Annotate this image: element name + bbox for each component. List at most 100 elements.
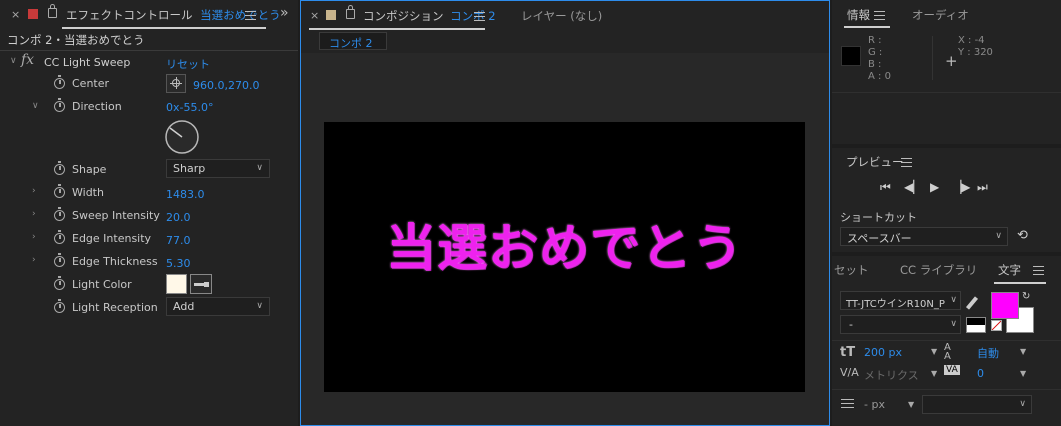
chevron-down-icon: ∨ — [995, 231, 1002, 241]
play-icon[interactable]: ▶ — [930, 180, 939, 194]
stopwatch-icon[interactable] — [54, 207, 65, 221]
stopwatch-icon[interactable] — [54, 98, 65, 112]
chevron-down-icon: ∨ — [950, 295, 957, 305]
stopwatch-icon[interactable] — [54, 75, 65, 89]
info-r: R : — [868, 35, 882, 46]
param-row-edge-intensity: › Edge Intensity 77.0 — [0, 227, 298, 250]
lock-icon[interactable] — [346, 5, 355, 19]
edge-thickness-value[interactable]: 5.30 — [166, 257, 191, 270]
tab-info[interactable]: 情報 — [847, 7, 870, 23]
comp-color-swatch — [326, 10, 336, 20]
next-frame-icon[interactable]: ▕▶ — [952, 180, 970, 194]
stopwatch-icon[interactable] — [54, 253, 65, 267]
chevron-right-icon[interactable]: › — [32, 232, 36, 242]
kerning-value[interactable]: メトリクス — [864, 367, 919, 383]
font-style-dropdown[interactable]: - ∨ — [840, 315, 961, 334]
direction-value[interactable]: 0x-55.0° — [166, 101, 213, 114]
stopwatch-icon[interactable] — [54, 299, 65, 313]
no-color-swatch[interactable] — [991, 320, 1002, 331]
stroke-type-dropdown[interactable]: ∨ — [922, 395, 1032, 414]
angle-dial[interactable] — [164, 119, 200, 155]
tab-cc-library[interactable]: CC ライブラリ — [900, 262, 977, 278]
last-frame-icon[interactable]: ⏭ — [977, 180, 988, 195]
tab-layer[interactable]: レイヤー (なし) — [521, 8, 602, 24]
panel-menu-icon[interactable] — [874, 11, 885, 20]
chevron-down-icon[interactable]: ▼ — [908, 400, 914, 409]
stopwatch-icon[interactable] — [54, 230, 65, 244]
chevron-right-icon[interactable]: › — [32, 255, 36, 265]
font-family-dropdown[interactable]: TT-JTCウインR10N_P ∨ — [840, 291, 961, 310]
info-y: Y : 320 — [958, 47, 993, 58]
light-reception-dropdown[interactable]: Add ∨ — [166, 297, 270, 316]
shortcut-dropdown[interactable]: スペースバー ∨ — [840, 227, 1008, 246]
stopwatch-icon[interactable] — [54, 276, 65, 290]
chevron-down-icon[interactable]: ▼ — [931, 347, 937, 356]
chevron-down-icon[interactable]: ▼ — [1020, 347, 1026, 356]
panel-menu-icon[interactable] — [474, 12, 485, 21]
font-size-value[interactable]: 200 px — [864, 346, 902, 359]
fx-icon[interactable]: fx — [21, 52, 34, 68]
reset-loop-icon[interactable]: ⟲ — [1017, 228, 1028, 243]
param-row-edge-thickness: › Edge Thickness 5.30 — [0, 250, 298, 273]
active-tab-underline — [994, 282, 1046, 284]
shortcut-label: ショートカット — [840, 211, 917, 224]
comp-subtab[interactable]: コンポ 2 — [319, 32, 387, 50]
sweep-intensity-value[interactable]: 20.0 — [166, 211, 191, 224]
info-divider — [932, 36, 933, 80]
composition-tabbar: × コンポジション コンポ 2 レイヤー (なし) — [301, 1, 829, 31]
leading-value[interactable]: 自動 — [977, 345, 999, 361]
black-white-swatch[interactable] — [966, 317, 986, 333]
shape-dropdown[interactable]: Sharp ∨ — [166, 159, 270, 178]
reset-button[interactable]: リセット — [166, 56, 210, 72]
chevron-right-icon[interactable]: › — [32, 186, 36, 196]
comp-canvas[interactable]: 当選おめでとう — [324, 122, 805, 392]
stroke-width-value[interactable]: - px — [864, 398, 885, 411]
color-preview-swatch — [841, 46, 861, 66]
expand-panels-icon[interactable]: » — [280, 5, 289, 21]
param-label: Direction — [72, 100, 122, 113]
stopwatch-icon[interactable] — [54, 184, 65, 198]
param-label: Light Reception — [72, 301, 158, 314]
font-size-icon: tT — [840, 345, 856, 360]
chevron-down-icon[interactable]: ∨ — [10, 56, 17, 66]
fill-color-swatch[interactable] — [991, 292, 1019, 319]
lock-icon[interactable] — [48, 4, 57, 18]
eyedropper-icon[interactable] — [965, 296, 979, 310]
swap-colors-icon[interactable]: ↻ — [1022, 291, 1030, 302]
panel-menu-icon[interactable] — [901, 158, 912, 167]
close-icon[interactable]: × — [310, 9, 319, 22]
panel-menu-icon[interactable] — [1033, 266, 1044, 275]
effect-header-row[interactable]: ∨ fx CC Light Sweep リセット — [0, 51, 298, 74]
chevron-down-icon[interactable]: ▼ — [931, 369, 937, 378]
chevron-down-icon[interactable]: ▼ — [1020, 369, 1026, 378]
param-row-width: › Width 1483.0 — [0, 181, 298, 204]
param-row-shape: Shape Sharp ∨ — [0, 158, 298, 181]
tracking-value[interactable]: 0 — [977, 367, 984, 380]
chevron-down-icon[interactable]: ∨ — [32, 101, 39, 111]
param-row-light-color: Light Color — [0, 273, 298, 296]
crosshair-icon: + — [945, 52, 958, 70]
composition-panel: × コンポジション コンポ 2 レイヤー (なし) コンポ 2 当選おめでとう — [300, 0, 830, 426]
first-frame-icon[interactable]: ⏮ — [880, 180, 891, 195]
leading-icon: AA — [944, 342, 951, 362]
prev-frame-icon[interactable]: ◀▏ — [904, 180, 922, 194]
light-color-swatch[interactable] — [166, 274, 187, 294]
edge-intensity-value[interactable]: 77.0 — [166, 234, 191, 247]
width-value[interactable]: 1483.0 — [166, 188, 205, 201]
param-label: Width — [72, 186, 104, 199]
stopwatch-icon[interactable] — [54, 161, 65, 175]
crosshair-icon[interactable] — [166, 74, 186, 93]
center-value[interactable]: 960.0,270.0 — [193, 79, 259, 92]
chevron-right-icon[interactable]: › — [32, 209, 36, 219]
character-panel: セット CC ライブラリ 文字 TT-JTCウインR10N_P ∨ - ∨ ↻ … — [832, 256, 1061, 426]
tab-set[interactable]: セット — [834, 262, 869, 278]
eyedropper-icon[interactable] — [190, 274, 212, 294]
effect-controls-tabbar: × エフェクトコントロール 当選おめでとう » — [0, 0, 298, 30]
param-label: Sweep Intensity — [72, 209, 160, 222]
tab-character[interactable]: 文字 — [998, 262, 1021, 278]
active-tab-underline — [309, 28, 485, 30]
canvas-text[interactable]: 当選おめでとう — [324, 208, 805, 280]
close-icon[interactable]: × — [11, 8, 20, 21]
tab-audio[interactable]: オーディオ — [912, 7, 969, 23]
panel-menu-icon[interactable] — [245, 11, 256, 20]
